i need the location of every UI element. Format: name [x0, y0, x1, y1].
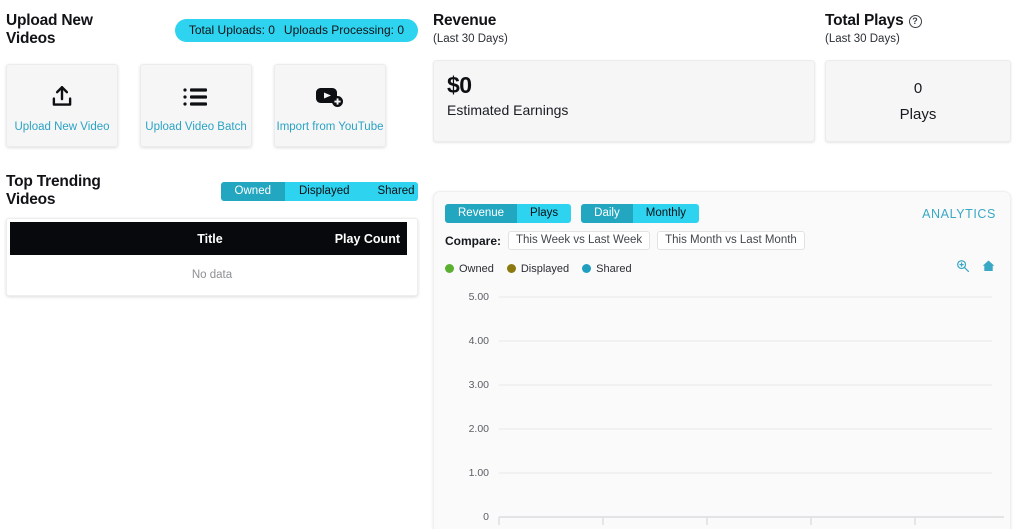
y-tick-1: 1.00 — [469, 467, 490, 479]
chart-x-axis — [498, 516, 1004, 525]
legend-label-displayed: Displayed — [520, 262, 570, 275]
trending-tab-shared[interactable]: Shared — [363, 181, 418, 201]
analytics-chart[interactable]: 5.00 4.00 3.00 2.00 1.00 0 — [434, 284, 1010, 529]
y-tick-0: 0 — [483, 511, 489, 523]
import-from-youtube-button[interactable]: Import from YouTube — [274, 64, 386, 147]
total-uploads-text: Total Uploads: 0 — [188, 22, 275, 37]
legend-item-owned[interactable]: Owned — [445, 263, 494, 275]
y-tick-5: 5.00 — [469, 291, 490, 303]
revenue-title: Revenue — [433, 12, 497, 29]
analytics-range-tabs: Daily Monthly — [581, 204, 700, 223]
trending-table-empty-state: No data — [191, 269, 233, 281]
revenue-column: Revenue (Last 30 Days) $0 Estimated Earn… — [433, 12, 815, 142]
upload-section-title: Upload New Videos — [6, 12, 93, 47]
revenue-card: $0 Estimated Earnings — [433, 60, 815, 142]
trending-table: Title Play Count No data — [6, 218, 418, 296]
y-tick-2: 2.00 — [469, 423, 490, 435]
legend-dot-displayed — [506, 264, 516, 273]
legend-item-shared[interactable]: Shared — [582, 262, 632, 275]
trending-scope-tabs: Owned Displayed Shared — [220, 181, 418, 201]
total-plays-caption: Plays — [899, 105, 937, 123]
total-plays-header: Total Plays ? — [825, 12, 1011, 30]
analytics-tab-plays[interactable]: Plays — [517, 204, 572, 223]
analytics-toolbar: Revenue Plays Daily Monthly ANALYTICS — [434, 192, 1010, 223]
y-tick-4: 4.00 — [469, 335, 490, 347]
analytics-tab-monthly[interactable]: Monthly — [632, 204, 700, 223]
trending-header: Top Trending Videos Owned Displayed Shar… — [6, 173, 418, 209]
upload-video-batch-button[interactable]: Upload Video Batch — [140, 64, 252, 147]
total-plays-column: Total Plays ? (Last 30 Days) 0 Plays — [825, 12, 1011, 142]
upload-stats-badge: Total Uploads: 0 Uploads Processing: 0 — [174, 18, 418, 42]
column-header-play-count[interactable]: Play Count — [335, 232, 407, 246]
total-plays-value: 0 — [913, 79, 923, 97]
legend-item-displayed[interactable]: Displayed — [506, 262, 570, 275]
legend-dot-shared — [582, 264, 592, 273]
analytics-panel-title: ANALYTICS — [922, 206, 996, 221]
compare-month-button[interactable]: This Month vs Last Month — [657, 231, 805, 250]
analytics-panel: Revenue Plays Daily Monthly ANALYTICS Co… — [433, 191, 1011, 529]
upload-icon — [49, 79, 75, 115]
legend-dot-owned — [445, 264, 454, 273]
analytics-metric-tabs: Revenue Plays — [445, 204, 572, 223]
compare-label: Compare: — [445, 233, 502, 248]
legend-label-shared: Shared — [596, 262, 632, 275]
import-from-youtube-label: Import from YouTube — [276, 120, 384, 133]
chart-gridlines — [499, 296, 992, 474]
trending-tab-owned[interactable]: Owned — [220, 181, 285, 201]
trending-tab-displayed[interactable]: Displayed — [284, 181, 364, 201]
revenue-period: (Last 30 Days) — [433, 33, 508, 45]
upload-video-batch-label: Upload Video Batch — [145, 120, 247, 133]
zoom-in-icon[interactable] — [956, 259, 970, 278]
analytics-tools — [956, 259, 996, 278]
home-icon[interactable] — [981, 259, 996, 278]
revenue-amount: $0 — [447, 72, 472, 98]
upload-new-video-button[interactable]: Upload New Video — [6, 64, 118, 147]
uploads-processing-text: Uploads Processing: 0 — [283, 22, 404, 37]
dashboard-page: Upload New Videos Total Uploads: 0 Uploa… — [0, 0, 1024, 529]
upload-new-video-label: Upload New Video — [14, 120, 110, 133]
list-icon — [182, 79, 210, 115]
left-column: Upload New Videos Total Uploads: 0 Uploa… — [6, 12, 418, 296]
analytics-legend-row: Owned Displayed Shared — [434, 250, 1010, 278]
total-plays-title: Total Plays — [825, 12, 904, 29]
upload-action-cards: Upload New Video Upload Video Batch Impo… — [6, 64, 418, 147]
youtube-plus-icon — [315, 79, 345, 115]
column-header-title[interactable]: Title — [10, 232, 335, 246]
trending-table-header: Title Play Count — [10, 222, 407, 255]
analytics-tab-revenue[interactable]: Revenue — [445, 204, 518, 223]
chart-y-axis-labels: 5.00 4.00 3.00 2.00 1.00 0 — [469, 291, 490, 523]
question-mark-icon[interactable]: ? — [908, 14, 922, 28]
analytics-compare-row: Compare: This Week vs Last Week This Mon… — [434, 223, 1010, 250]
total-plays-card: 0 Plays — [825, 60, 1011, 142]
y-tick-3: 3.00 — [469, 379, 490, 391]
legend-label-owned: Owned — [459, 262, 494, 275]
revenue-caption: Estimated Earnings — [447, 102, 569, 118]
total-plays-period: (Last 30 Days) — [825, 33, 900, 45]
compare-week-button[interactable]: This Week vs Last Week — [508, 231, 651, 250]
analytics-tab-daily[interactable]: Daily — [581, 204, 633, 223]
trending-section-title: Top Trending Videos — [6, 173, 101, 208]
analytics-chart-svg[interactable]: 5.00 4.00 3.00 2.00 1.00 0 — [434, 284, 1011, 529]
upload-header: Upload New Videos Total Uploads: 0 Uploa… — [6, 12, 418, 48]
